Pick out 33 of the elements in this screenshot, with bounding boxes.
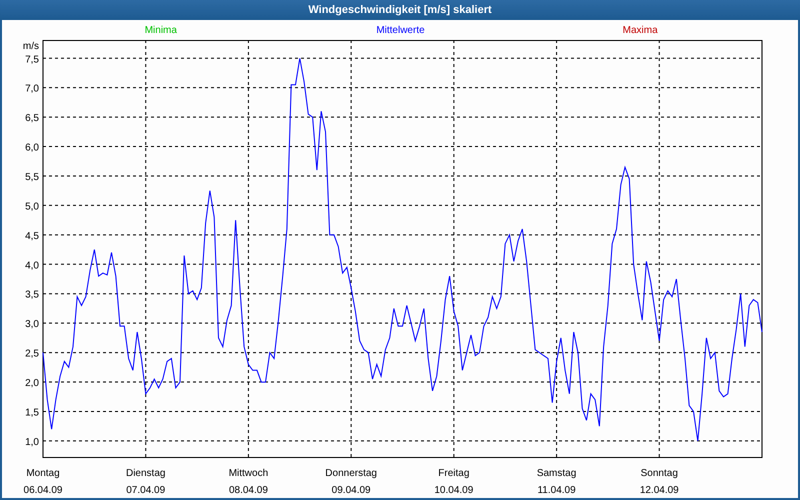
- y-tick-label: 3,0: [25, 319, 39, 330]
- y-tick-label: 7,5: [25, 54, 39, 66]
- x-tick-label: Montag: [26, 468, 60, 479]
- x-tick-label: Sonntag: [640, 468, 678, 479]
- y-tick-label: 5,5: [25, 172, 39, 183]
- y-tick-label: 2,5: [25, 348, 39, 360]
- date-label: 10.04.09: [434, 485, 474, 496]
- window-title: Windgeschwindigkeit [m/s] skaliert: [308, 4, 492, 16]
- x-tick-label: Mittwoch: [228, 468, 268, 479]
- y-axis-label: m/s: [22, 41, 39, 52]
- legend-label: Maxima: [622, 24, 658, 36]
- legend-label: Minima: [144, 24, 177, 36]
- y-tick-label: 1,5: [25, 408, 39, 418]
- date-label: 11.04.09: [537, 485, 576, 496]
- x-tick-label: Dienstag: [126, 468, 166, 479]
- y-tick-label: 1,0: [25, 436, 39, 448]
- x-tick-label: Donnerstag: [325, 468, 377, 479]
- y-tick-label: 5,0: [25, 201, 39, 212]
- date-label: 07.04.09: [126, 485, 166, 496]
- y-tick-label: 3,5: [25, 290, 39, 301]
- y-tick-label: 6,0: [25, 142, 39, 154]
- y-tick-label: 4,0: [25, 260, 39, 272]
- y-tick-label: 2,0: [25, 378, 39, 390]
- date-label: 06.04.09: [24, 485, 62, 496]
- y-tick-label: 4,5: [25, 230, 39, 242]
- y-tick-label: 7,0: [25, 84, 39, 95]
- x-tick-label: Samstag: [536, 468, 576, 479]
- x-tick-label: Freitag: [438, 468, 470, 479]
- legend-label: Mittelwerte: [376, 24, 425, 36]
- y-tick-label: 6,5: [25, 113, 39, 124]
- date-label: 08.04.09: [228, 485, 268, 496]
- date-label: 12.04.09: [640, 485, 679, 496]
- date-label: 09.04.09: [332, 485, 371, 496]
